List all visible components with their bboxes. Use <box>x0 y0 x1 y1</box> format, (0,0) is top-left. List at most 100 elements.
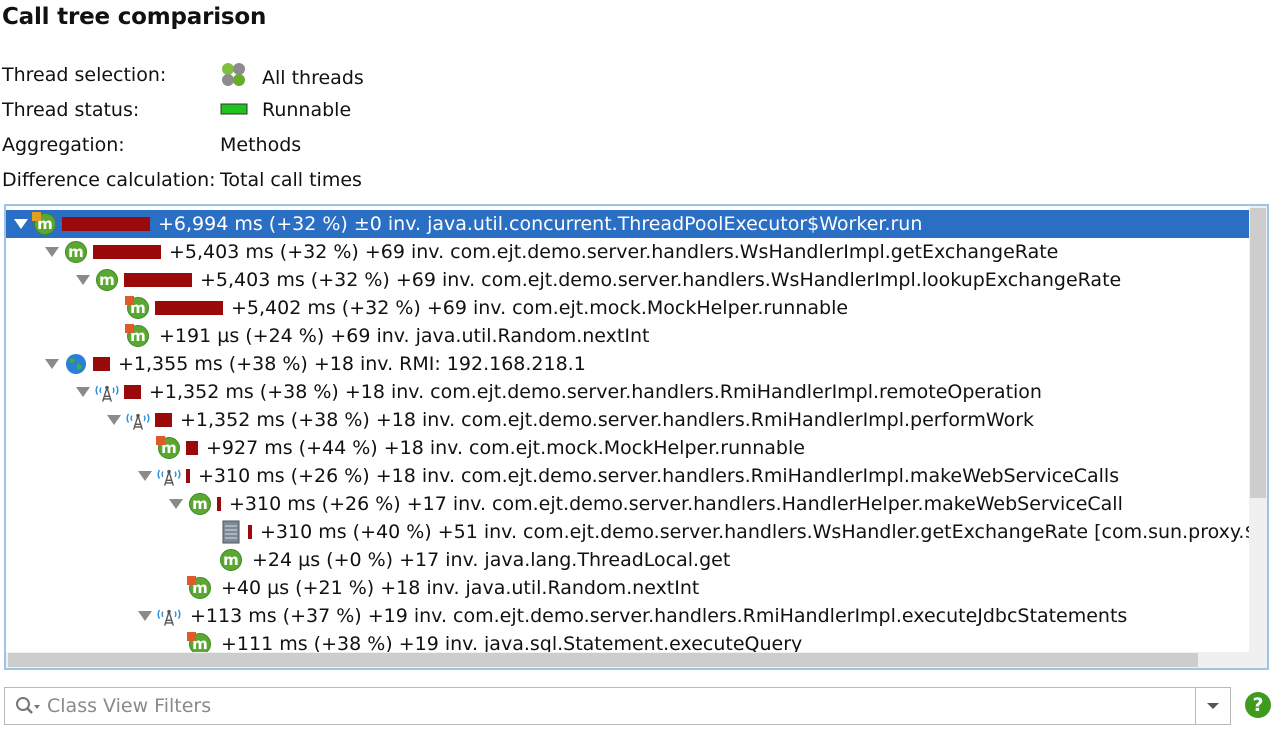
tree-row[interactable]: m +111 ms (+38 %) +19 inv. java.sql.State… <box>6 630 1252 654</box>
tree-row-label: +5,403 ms (+32 %) +69 inv. com.ejt.demo.… <box>169 241 1059 263</box>
expand-toggle[interactable] <box>169 490 183 518</box>
tree-row[interactable]: +310 ms (+26 %) +18 inv. com.ejt.demo.se… <box>6 462 1252 490</box>
rmi-antenna-icon <box>156 462 182 490</box>
chevron-down-icon <box>1207 703 1219 709</box>
method-badge-icon: m <box>189 493 211 515</box>
expand-toggle[interactable] <box>76 266 90 294</box>
difference-bar <box>124 385 141 399</box>
difference-bar <box>186 469 190 483</box>
threads-icon <box>220 61 248 95</box>
thread-selection-value[interactable]: All threads <box>220 61 364 95</box>
call-tree[interactable]: m +6,994 ms (+32 %) ±0 inv. java.util.con… <box>6 206 1252 654</box>
tree-row[interactable]: m +6,994 ms (+32 %) ±0 inv. java.util.con… <box>6 210 1252 238</box>
method-leaf-icon: m <box>125 294 151 322</box>
help-icon[interactable]: ? <box>1245 692 1271 718</box>
method-leaf-icon: m <box>187 630 213 654</box>
method-badge-icon: m <box>220 549 242 571</box>
difference-calculation-label: Difference calculation: <box>2 169 216 191</box>
tree-row-label: +5,402 ms (+32 %) +69 inv. com.ejt.mock.… <box>231 297 849 319</box>
search-icon[interactable] <box>15 696 41 718</box>
tree-row-label: +113 ms (+37 %) +19 inv. com.ejt.demo.se… <box>190 605 1128 627</box>
leaf-marker-icon <box>187 632 196 641</box>
difference-bar <box>124 273 192 287</box>
tree-row[interactable]: +310 ms (+40 %) +51 inv. com.ejt.demo.se… <box>6 518 1252 546</box>
tree-row-label: +111 ms (+38 %) +19 inv. java.sql.Statem… <box>221 633 803 654</box>
collapse-triangle-icon <box>169 499 183 509</box>
toggle-placeholder <box>107 294 121 322</box>
difference-bar <box>93 245 161 259</box>
method-icon: m <box>218 546 244 574</box>
thread-status-label: Thread status: <box>2 99 140 121</box>
tree-row[interactable]: m +5,403 ms (+32 %) +69 inv. com.ejt.demo… <box>6 238 1252 266</box>
filter-dropdown-button[interactable] <box>1195 688 1230 724</box>
tree-row-label: +6,994 ms (+32 %) ±0 inv. java.util.conc… <box>158 213 923 235</box>
toggle-placeholder <box>169 574 183 602</box>
collapse-triangle-icon <box>14 219 28 229</box>
leaf-marker-icon <box>156 436 165 445</box>
method-icon: m <box>63 238 89 266</box>
vertical-scroll-thumb[interactable] <box>1250 208 1266 498</box>
toggle-placeholder <box>200 518 214 546</box>
toggle-placeholder <box>138 434 152 462</box>
rmi-antenna-icon <box>94 378 120 406</box>
leaf-marker-icon <box>125 324 134 333</box>
difference-bar <box>93 357 110 371</box>
runnable-status-icon <box>220 96 248 124</box>
collapse-triangle-icon <box>138 471 152 481</box>
thread-status-text: Runnable <box>262 99 352 121</box>
expand-toggle[interactable] <box>45 238 59 266</box>
aggregation-value[interactable]: Methods <box>220 131 301 159</box>
leaf-marker-icon <box>187 576 196 585</box>
difference-bar <box>155 301 223 315</box>
tree-row-label: +310 ms (+26 %) +18 inv. com.ejt.demo.se… <box>198 465 1120 487</box>
tree-row[interactable]: m +24 µs (+0 %) +17 inv. java.lang.Thread… <box>6 546 1252 574</box>
tree-row-label: +5,403 ms (+32 %) +69 inv. com.ejt.demo.… <box>200 269 1122 291</box>
method-icon: m <box>94 266 120 294</box>
collapse-triangle-icon <box>107 415 121 425</box>
globe-icon <box>63 350 89 378</box>
scroll-corner <box>1249 652 1267 668</box>
tree-row-label: +1,352 ms (+38 %) +18 inv. com.ejt.demo.… <box>149 381 1042 403</box>
horizontal-scrollbar[interactable] <box>6 652 1252 668</box>
tree-row[interactable]: +1,352 ms (+38 %) +18 inv. com.ejt.demo.… <box>6 406 1252 434</box>
collapse-triangle-icon <box>76 387 90 397</box>
tree-row[interactable]: +1,355 ms (+38 %) +18 inv. RMI: 192.168.… <box>6 350 1252 378</box>
difference-bar <box>248 525 252 539</box>
horizontal-scroll-thumb[interactable] <box>8 653 1198 667</box>
page-title: Call tree comparison <box>2 4 267 30</box>
thread-selection-text: All threads <box>262 67 364 89</box>
class-view-filter-box[interactable] <box>4 687 1231 725</box>
method-icon: m <box>32 210 58 238</box>
collapse-triangle-icon <box>138 611 152 621</box>
tree-row[interactable]: m +40 µs (+21 %) +18 inv. java.util.Rando… <box>6 574 1252 602</box>
tree-row[interactable]: +1,352 ms (+38 %) +18 inv. com.ejt.demo.… <box>6 378 1252 406</box>
vertical-scrollbar[interactable] <box>1249 206 1267 654</box>
tree-row[interactable]: m +927 ms (+44 %) +18 inv. com.ejt.mock.M… <box>6 434 1252 462</box>
toggle-placeholder <box>200 546 214 574</box>
difference-calculation-value[interactable]: Total call times <box>220 166 362 194</box>
expand-toggle[interactable] <box>138 462 152 490</box>
collapse-triangle-icon <box>76 275 90 285</box>
tree-row[interactable]: m +310 ms (+26 %) +17 inv. com.ejt.demo.s… <box>6 490 1252 518</box>
expand-toggle[interactable] <box>45 350 59 378</box>
tree-row[interactable]: +113 ms (+37 %) +19 inv. com.ejt.demo.se… <box>6 602 1252 630</box>
expand-toggle[interactable] <box>107 406 121 434</box>
tree-row-label: +310 ms (+40 %) +51 inv. com.ejt.demo.se… <box>260 521 1252 543</box>
class-view-filter-input[interactable] <box>47 691 1187 721</box>
thread-selection-label: Thread selection: <box>2 64 167 86</box>
thread-status-value[interactable]: Runnable <box>220 96 351 124</box>
call-tree-panel[interactable]: m +6,994 ms (+32 %) ±0 inv. java.util.con… <box>4 204 1269 670</box>
method-badge-icon: m <box>96 269 118 291</box>
toggle-placeholder <box>169 630 183 654</box>
expand-toggle[interactable] <box>14 210 28 238</box>
leaf-marker-icon <box>125 296 134 305</box>
tree-row[interactable]: m +5,402 ms (+32 %) +69 inv. com.ejt.mock… <box>6 294 1252 322</box>
tree-row-label: +927 ms (+44 %) +18 inv. com.ejt.mock.Mo… <box>206 437 805 459</box>
method-leaf-icon: m <box>125 322 151 350</box>
expand-toggle[interactable] <box>76 378 90 406</box>
tree-row[interactable]: m +191 µs (+24 %) +69 inv. java.util.Rand… <box>6 322 1252 350</box>
difference-bar <box>155 413 172 427</box>
tree-row[interactable]: m +5,403 ms (+32 %) +69 inv. com.ejt.demo… <box>6 266 1252 294</box>
expand-toggle[interactable] <box>138 602 152 630</box>
aggregation-label: Aggregation: <box>2 134 125 156</box>
